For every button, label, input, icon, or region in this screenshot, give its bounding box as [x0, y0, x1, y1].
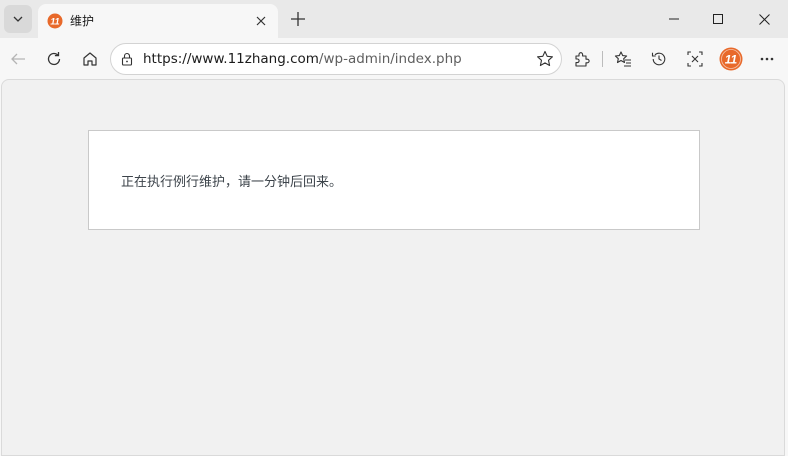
history-icon: [651, 52, 666, 66]
chevron-down-icon: [12, 13, 24, 25]
screenshot-icon: [687, 51, 703, 67]
add-favorite-button[interactable]: [535, 49, 555, 69]
maximize-icon: [713, 14, 723, 24]
tab-close-button[interactable]: [252, 12, 270, 30]
site-favicon-icon: 11: [47, 13, 63, 29]
favicon-text: 11: [50, 17, 59, 27]
screenshot-button[interactable]: [681, 45, 709, 73]
close-icon: [758, 13, 770, 25]
reload-icon: [47, 52, 61, 66]
star-icon: [537, 50, 553, 67]
avatar-text: 11: [725, 53, 738, 67]
maximize-button[interactable]: [704, 6, 732, 32]
settings-menu-button[interactable]: [753, 45, 781, 73]
maintenance-message-box: 正在执行例行维护，请一分钟后回来。: [88, 130, 700, 230]
puzzle-icon: [575, 52, 590, 67]
arrow-left-icon: [11, 53, 25, 65]
tab-actions-button[interactable]: [4, 5, 32, 33]
favorites-icon: [614, 51, 631, 67]
window-close-button[interactable]: [750, 6, 778, 32]
profile-button[interactable]: 11: [717, 45, 745, 73]
extensions-button[interactable]: [568, 45, 596, 73]
address-bar[interactable]: https://www.11zhang.com/wp-admin/index.p…: [110, 43, 562, 75]
minimize-button[interactable]: [660, 6, 688, 32]
home-button[interactable]: [76, 45, 104, 73]
history-button[interactable]: [645, 45, 673, 73]
more-icon: [760, 57, 774, 61]
close-icon: [256, 16, 266, 26]
page-viewport: 正在执行例行维护，请一分钟后回来。: [1, 79, 785, 456]
maintenance-message: 正在执行例行维护，请一分钟后回来。: [121, 175, 343, 190]
plus-icon: [291, 12, 305, 26]
avatar: 11: [719, 47, 743, 71]
url-path: /wp-admin/index.php: [318, 51, 462, 67]
home-icon: [83, 52, 97, 66]
tab-active[interactable]: 11 维护: [38, 4, 278, 38]
lock-icon[interactable]: [119, 51, 135, 67]
browser-toolbar: https://www.11zhang.com/wp-admin/index.p…: [0, 38, 788, 80]
url-host: https://www.11zhang.com: [143, 51, 319, 67]
back-button[interactable]: [4, 45, 32, 73]
minimize-icon: [669, 18, 679, 20]
favorites-button[interactable]: [609, 45, 637, 73]
new-tab-button[interactable]: [284, 6, 312, 32]
title-bar: 11 维护: [0, 0, 788, 38]
reload-button[interactable]: [40, 45, 68, 73]
toolbar-divider: [602, 51, 603, 67]
tab-title: 维护: [70, 14, 95, 28]
url-text[interactable]: https://www.11zhang.com/wp-admin/index.p…: [143, 51, 462, 68]
